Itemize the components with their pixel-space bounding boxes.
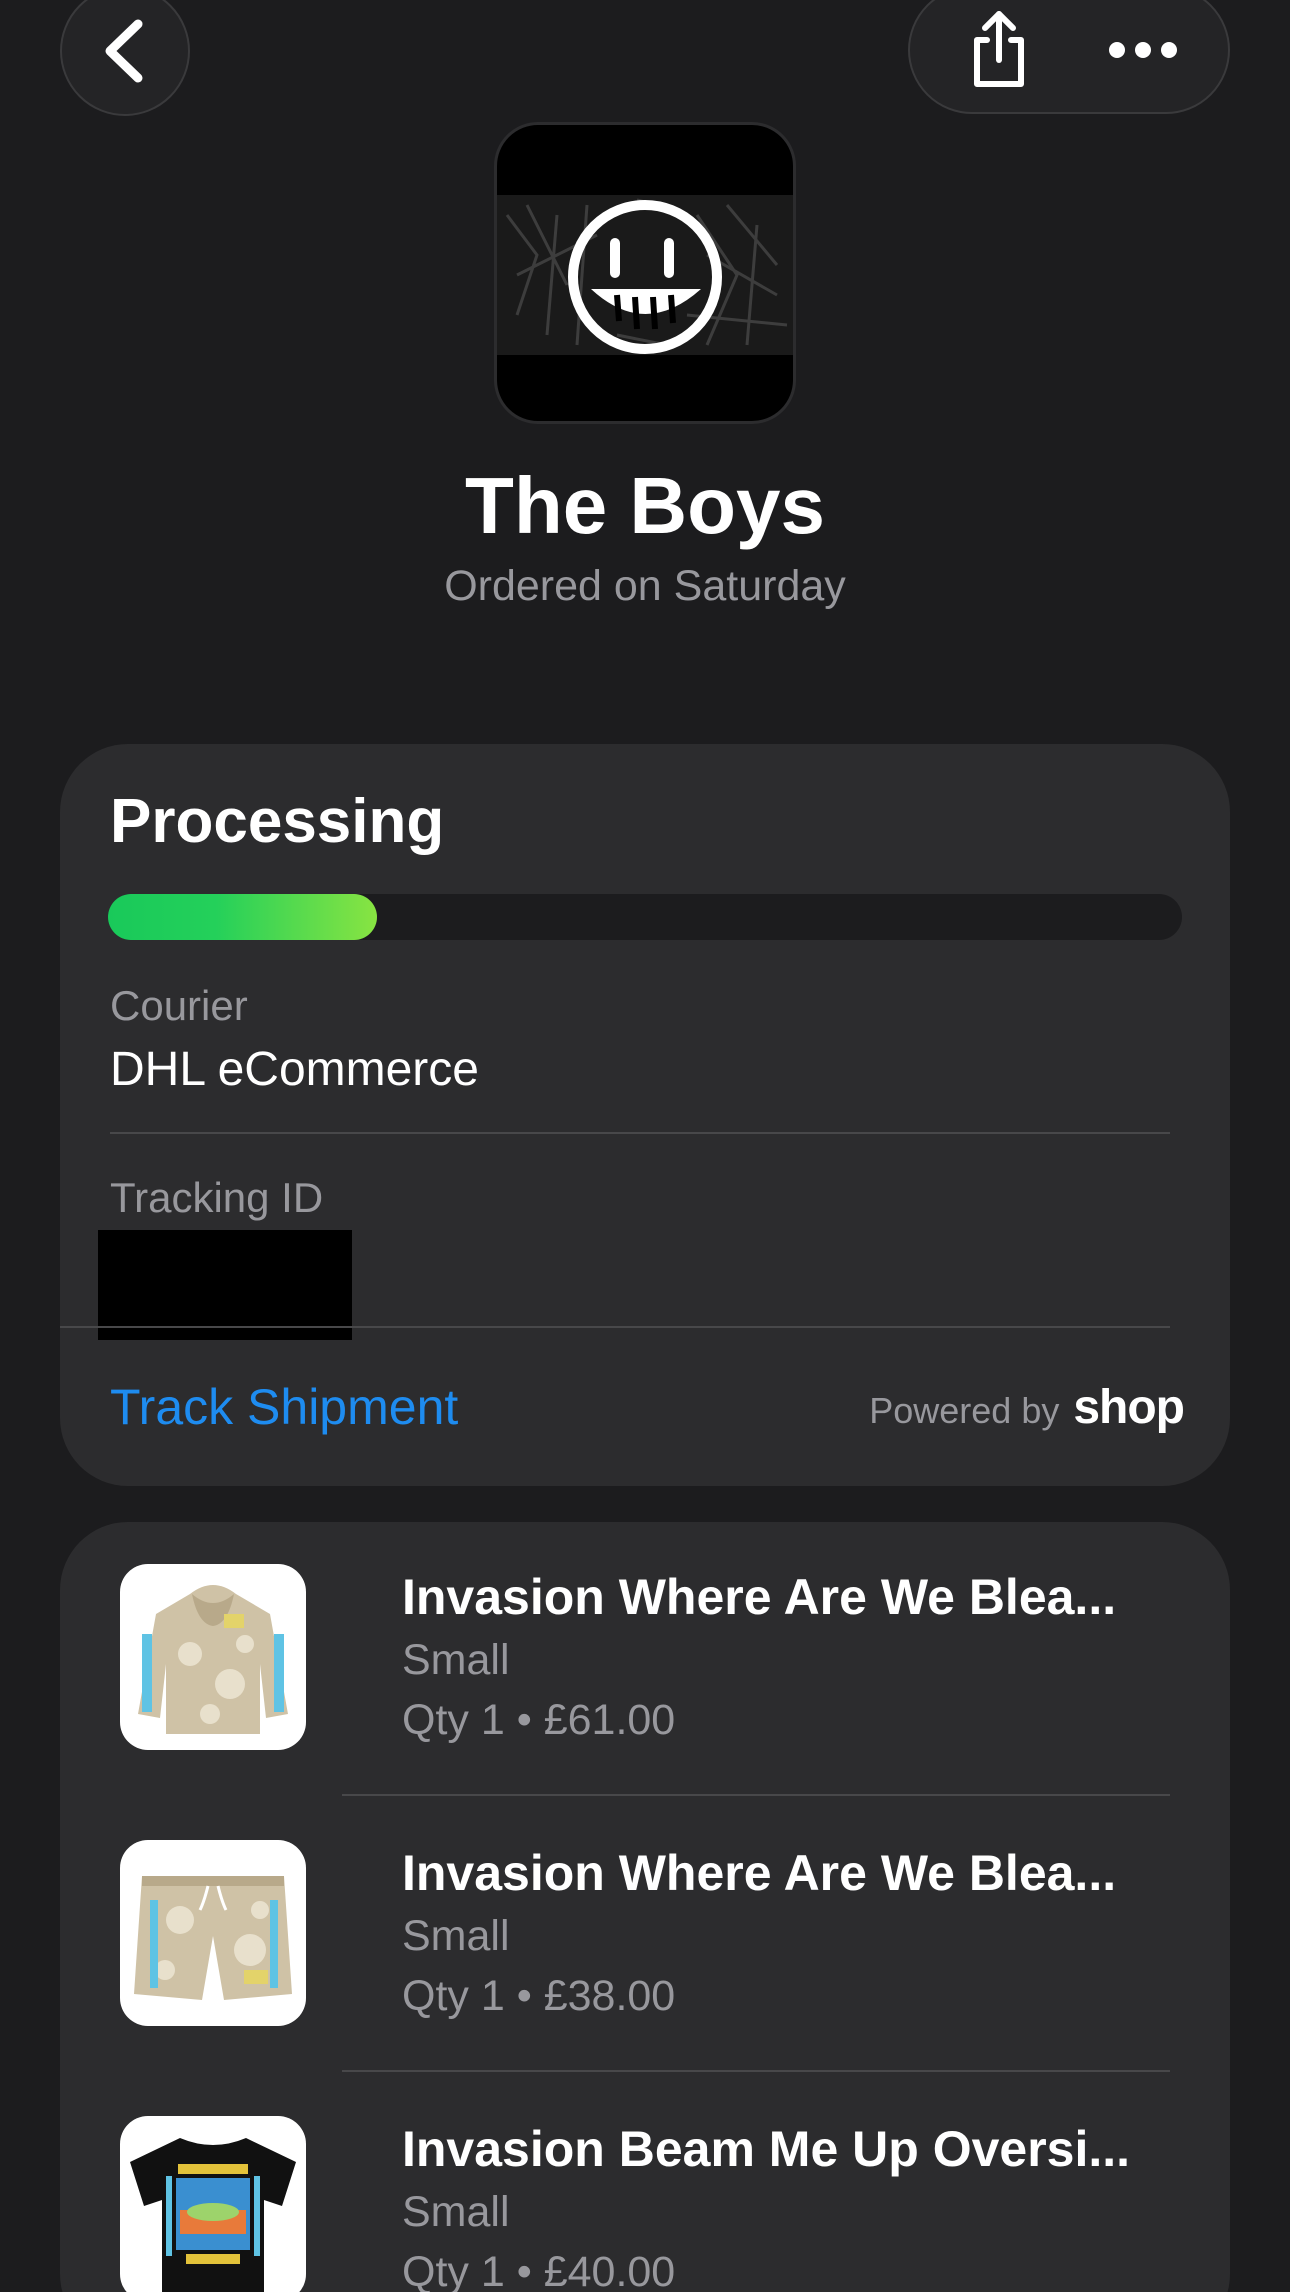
share-icon — [974, 11, 1024, 87]
progress-bar-fill — [108, 894, 377, 940]
ellipsis-icon — [1109, 42, 1177, 58]
status-title: Processing — [110, 787, 445, 856]
powered-by-shop: Powered by shop — [869, 1380, 1185, 1435]
order-date: Ordered on Saturday — [444, 562, 846, 610]
list-item[interactable]: Invasion Where Are We Blea... Small Qty … — [120, 1798, 1170, 2074]
chevron-left-icon — [105, 19, 143, 83]
item-price: Qty 1 • £38.00 — [402, 1972, 676, 2020]
powered-by-label: Powered by — [869, 1390, 1060, 1431]
item-variant: Small — [402, 2188, 510, 2236]
list-item[interactable]: Invasion Where Are We Blea... Small Qty … — [120, 1522, 1170, 1798]
shipment-status-card: Processing Courier DHL eCommerce Trackin… — [60, 744, 1230, 1486]
progress-bar — [108, 894, 1182, 940]
back-button[interactable] — [60, 0, 190, 116]
shop-logo: shop — [1073, 1381, 1185, 1434]
track-shipment-link[interactable]: Track Shipment — [110, 1378, 458, 1436]
divider — [110, 1132, 1170, 1134]
item-price: Qty 1 • £61.00 — [402, 1696, 676, 1744]
divider — [342, 1794, 1170, 1796]
courier-value: DHL eCommerce — [110, 1043, 479, 1096]
item-price: Qty 1 • £40.00 — [402, 2248, 676, 2292]
shorts-thumbnail — [120, 1840, 306, 2026]
divider — [342, 2070, 1170, 2072]
courier-label: Courier — [110, 982, 248, 1029]
item-name: Invasion Where Are We Blea... — [402, 1569, 1117, 1625]
hoodie-thumbnail — [120, 1564, 306, 1750]
item-variant: Small — [402, 1912, 510, 1960]
list-item[interactable]: Invasion Beam Me Up Oversi... Small Qty … — [120, 2074, 1170, 2292]
item-name: Invasion Where Are We Blea... — [402, 1845, 1117, 1901]
tracking-id-label: Tracking ID — [110, 1174, 324, 1221]
item-name: Invasion Beam Me Up Oversi... — [402, 2121, 1131, 2177]
store-logo — [494, 122, 796, 424]
order-items-card: Invasion Where Are We Blea... Small Qty … — [60, 1522, 1230, 2292]
divider — [60, 1326, 1170, 1328]
item-variant: Small — [402, 1636, 510, 1684]
tshirt-thumbnail — [120, 2116, 306, 2292]
tracking-id-redacted — [98, 1230, 352, 1340]
top-bar — [0, 0, 1290, 120]
share-button[interactable] — [954, 5, 1044, 95]
more-button[interactable] — [1098, 5, 1188, 95]
grin-face-logo — [568, 200, 722, 354]
store-name: The Boys — [464, 461, 826, 550]
action-pill — [908, 0, 1230, 114]
